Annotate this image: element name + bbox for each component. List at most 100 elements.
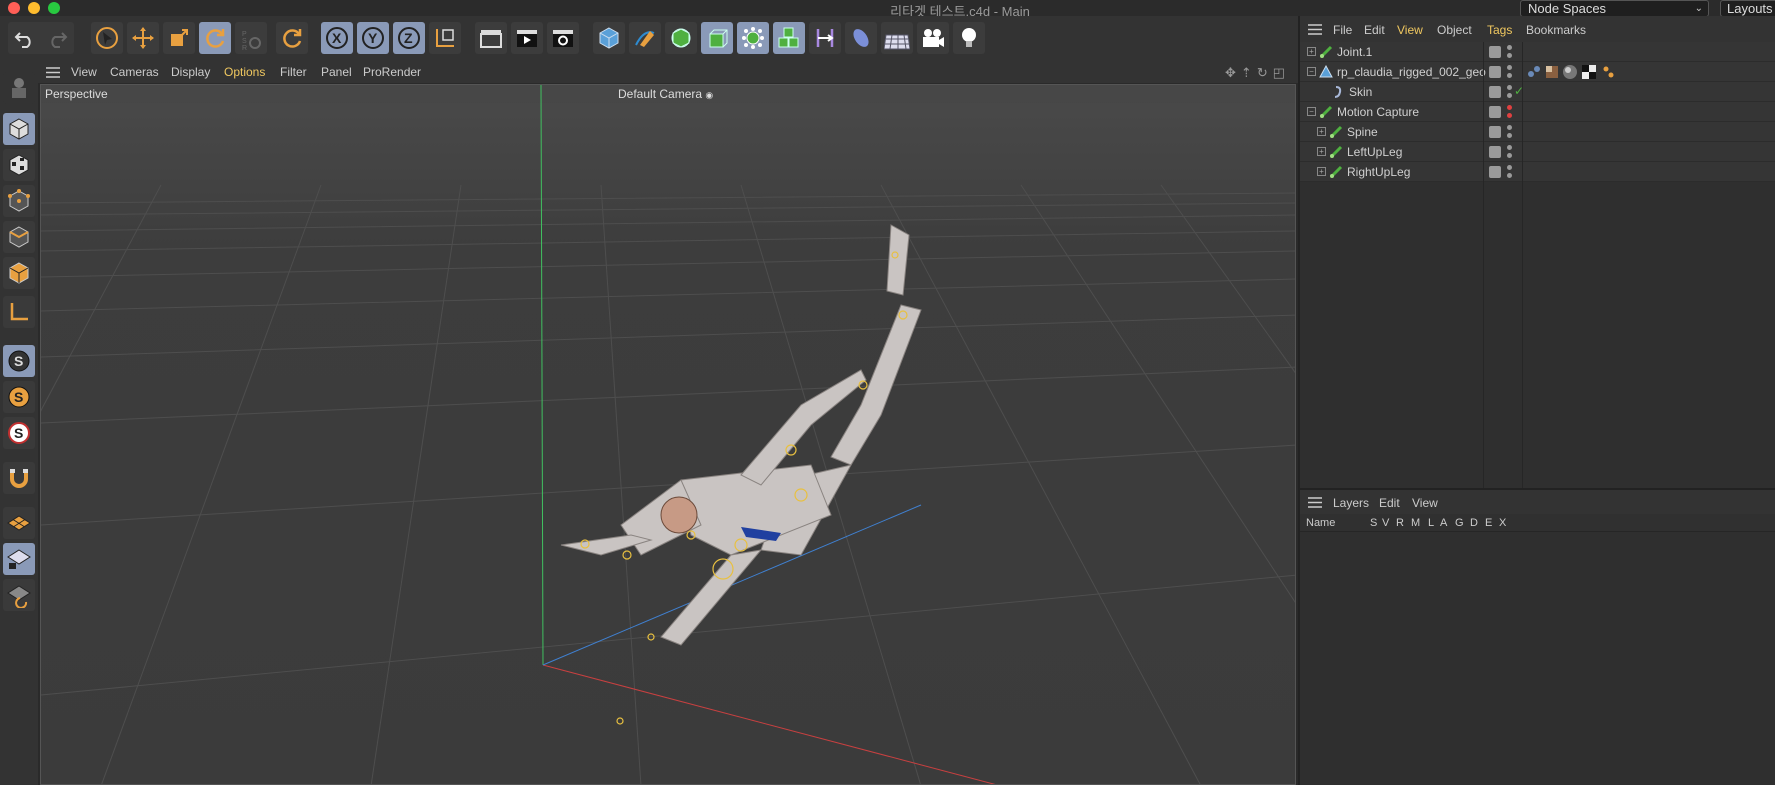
om-menu-file[interactable]: File [1333, 23, 1352, 37]
object-row-rightupleg[interactable]: + RightUpLeg [1300, 162, 1775, 182]
layer-menu-layers[interactable]: Layers [1333, 496, 1369, 510]
layer-col-v[interactable]: V [1382, 517, 1389, 529]
workplane-button[interactable] [3, 507, 35, 539]
editor-render-toggle[interactable] [1489, 146, 1501, 158]
hamburger-icon[interactable] [1308, 497, 1322, 508]
deformer-button[interactable] [809, 22, 841, 54]
psr-button[interactable]: PSR [235, 22, 267, 54]
om-menu-object[interactable]: Object [1437, 23, 1472, 37]
om-menu-view[interactable]: View [1397, 23, 1423, 37]
texture-mode-button[interactable] [3, 149, 35, 181]
layer-col-g[interactable]: G [1455, 517, 1464, 529]
layer-col-e[interactable]: E [1485, 517, 1492, 529]
layer-col-l[interactable]: L [1428, 517, 1434, 529]
recent-tools-button[interactable] [276, 22, 308, 54]
render-visibility-dot[interactable] [1507, 93, 1512, 98]
editor-visibility-dot[interactable] [1507, 45, 1512, 50]
editor-render-toggle[interactable] [1489, 106, 1501, 118]
layer-col-d[interactable]: D [1470, 517, 1478, 529]
y-axis-lock-button[interactable]: Y [357, 22, 389, 54]
render-visibility-dot[interactable] [1507, 73, 1512, 78]
camera-button[interactable] [917, 22, 949, 54]
layer-col-x[interactable]: X [1499, 517, 1506, 529]
live-selection-button[interactable] [91, 22, 123, 54]
solo-hierarchy-button[interactable]: S [3, 417, 35, 449]
layer-col-a[interactable]: A [1440, 517, 1447, 529]
render-visibility-dot[interactable] [1507, 173, 1512, 178]
model-mode-button[interactable] [3, 113, 35, 145]
editor-visibility-dot[interactable] [1507, 65, 1512, 70]
object-row-skin[interactable]: Skin ✓ [1300, 82, 1775, 102]
expand-icon[interactable]: + [1307, 47, 1316, 56]
layer-col-s[interactable]: S [1370, 517, 1377, 529]
object-tags[interactable] [1526, 64, 1632, 80]
editor-visibility-dot[interactable] [1507, 145, 1512, 150]
render-visibility-dot[interactable] [1507, 53, 1512, 58]
expand-icon[interactable]: + [1317, 147, 1326, 156]
om-menu-edit[interactable]: Edit [1364, 23, 1385, 37]
layer-menu-edit[interactable]: Edit [1379, 496, 1400, 510]
render-settings-button[interactable] [547, 22, 579, 54]
workplane-align-button[interactable] [3, 579, 35, 611]
viewport-menu-options[interactable]: Options [224, 65, 265, 79]
z-axis-lock-button[interactable]: Z [393, 22, 425, 54]
layouts-dropdown[interactable]: Layouts [1720, 0, 1775, 17]
editor-render-toggle[interactable] [1489, 66, 1501, 78]
render-visibility-dot[interactable] [1507, 153, 1512, 158]
3d-viewport[interactable]: Perspective Default Camera ◉ [40, 84, 1296, 785]
points-mode-button[interactable] [3, 185, 35, 217]
expand-icon[interactable]: − [1307, 107, 1316, 116]
redo-icon[interactable] [44, 25, 70, 51]
hamburger-icon[interactable] [1308, 24, 1322, 35]
editor-render-toggle[interactable] [1489, 166, 1501, 178]
editor-render-toggle[interactable] [1489, 126, 1501, 138]
polygons-mode-button[interactable] [3, 257, 35, 289]
solo-mode-button[interactable]: S [3, 345, 35, 377]
viewport-menu-cameras[interactable]: Cameras [110, 65, 159, 79]
render-visibility-dot[interactable] [1507, 133, 1512, 138]
render-to-picture-viewer-button[interactable] [511, 22, 543, 54]
scale-tool-button[interactable] [163, 22, 195, 54]
node-spaces-dropdown[interactable]: Node Spaces ⌄ [1520, 0, 1709, 17]
make-editable-button[interactable] [3, 72, 35, 104]
light-button[interactable] [953, 22, 985, 54]
object-row-claudia-geo[interactable]: − rp_claudia_rigged_002_geo [1300, 62, 1775, 82]
array-cubes-button[interactable] [773, 22, 805, 54]
editor-visibility-dot[interactable] [1507, 105, 1512, 110]
object-row-leftupleg[interactable]: + LeftUpLeg [1300, 142, 1775, 162]
viewport-navigation-controls[interactable]: ✥⇡↻◰ [1225, 65, 1290, 81]
edges-mode-button[interactable] [3, 221, 35, 253]
layer-col-name[interactable]: Name [1306, 517, 1335, 529]
locked-workplane-button[interactable] [3, 543, 35, 575]
editor-visibility-dot[interactable] [1507, 125, 1512, 130]
axis-mode-button[interactable] [3, 296, 35, 328]
floor-button[interactable] [881, 22, 913, 54]
extrude-generator-button[interactable] [701, 22, 733, 54]
viewport-menu-view[interactable]: View [71, 65, 97, 79]
move-tool-button[interactable] [127, 22, 159, 54]
pen-spline-button[interactable] [629, 22, 661, 54]
render-visibility-dot[interactable] [1507, 113, 1512, 118]
editor-render-toggle[interactable] [1489, 46, 1501, 58]
mograph-cloner-button[interactable] [737, 22, 769, 54]
viewport-menu-panel[interactable]: Panel [321, 65, 352, 79]
object-row-spine[interactable]: + Spine [1300, 122, 1775, 142]
layer-menu-view[interactable]: View [1412, 496, 1438, 510]
layer-col-m[interactable]: M [1411, 517, 1420, 529]
cube-primitive-button[interactable] [593, 22, 625, 54]
field-button[interactable] [845, 22, 877, 54]
solo-single-button[interactable]: S [3, 381, 35, 413]
hamburger-icon[interactable] [46, 67, 60, 78]
object-row-joint1[interactable]: + Joint.1 [1300, 42, 1775, 62]
render-view-button[interactable] [475, 22, 507, 54]
expand-icon[interactable]: + [1317, 127, 1326, 136]
subdivision-surface-button[interactable] [665, 22, 697, 54]
viewport-menu-display[interactable]: Display [171, 65, 210, 79]
expand-icon[interactable]: + [1317, 167, 1326, 176]
editor-render-toggle[interactable] [1489, 86, 1501, 98]
om-menu-bookmarks[interactable]: Bookmarks [1526, 23, 1586, 37]
object-row-motion-capture[interactable]: − Motion Capture [1300, 102, 1775, 122]
snap-button[interactable] [3, 462, 35, 494]
expand-icon[interactable]: − [1307, 67, 1316, 76]
viewport-menu-prorender[interactable]: ProRender [363, 65, 421, 79]
